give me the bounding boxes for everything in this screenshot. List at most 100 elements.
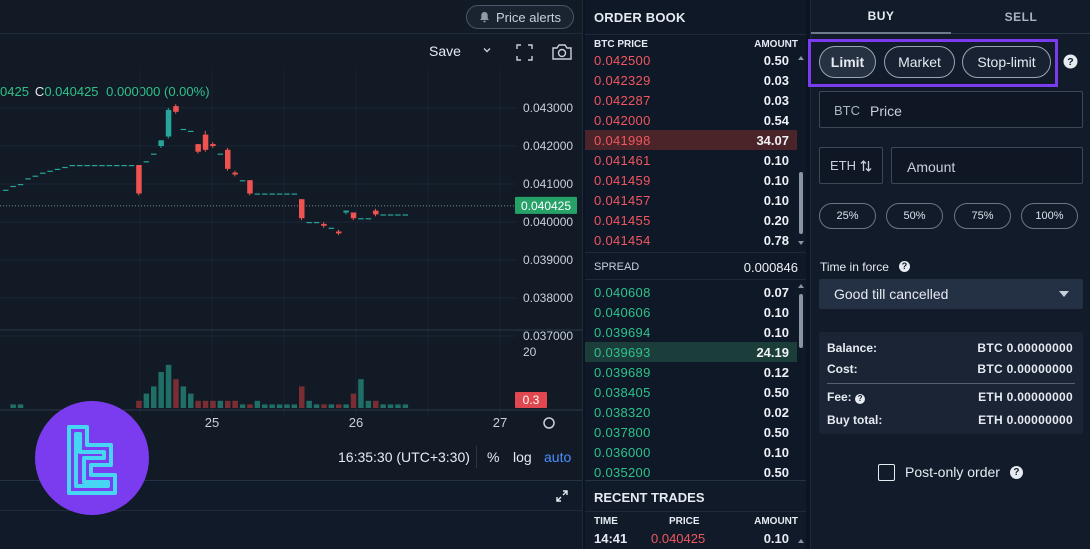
ask-row[interactable]: 0.041998 34.07	[585, 130, 797, 150]
chevron-down-icon[interactable]	[482, 45, 492, 55]
price-input[interactable]: BTC Price	[819, 91, 1083, 128]
y-tick-label: 0.040000	[523, 215, 573, 229]
limit-order-button[interactable]: Limit	[819, 46, 876, 78]
bid-row[interactable]: 0.035200 0.50	[585, 462, 797, 482]
percent-50-button[interactable]: 50%	[886, 203, 943, 229]
volume-bar	[217, 400, 224, 408]
bid-row[interactable]: 0.040606 0.10	[585, 302, 797, 322]
candle-body	[91, 165, 98, 167]
candlestick-chart[interactable]: 0.043000 0.042000 0.041000 0.040000 0.039000…	[0, 70, 583, 440]
amount-input[interactable]: Amount	[891, 147, 1083, 184]
ask-price: 0.041998	[594, 133, 651, 148]
percent-25-button[interactable]: 25%	[819, 203, 876, 229]
amount-unit-toggle[interactable]: ETH	[819, 147, 883, 184]
fullscreen-icon[interactable]	[516, 44, 533, 61]
candle-body	[358, 218, 364, 220]
ask-row[interactable]: 0.041455 0.20	[585, 210, 797, 230]
tab-sell[interactable]: SELL	[951, 0, 1090, 34]
bid-row[interactable]: 0.037800 0.50	[585, 422, 797, 442]
bid-row[interactable]: 0.038320 0.02	[585, 402, 797, 422]
ask-row[interactable]: 0.042329 0.03	[585, 70, 797, 90]
volume-bar	[395, 404, 401, 408]
ask-row[interactable]: 0.041457 0.10	[585, 190, 797, 210]
bid-price: 0.038320	[594, 405, 651, 420]
bids-scrollbar[interactable]	[796, 282, 806, 478]
help-glyph: ?	[1067, 56, 1073, 68]
help-icon[interactable]: ?	[1063, 54, 1078, 69]
bid-row[interactable]: 0.039694 0.10	[585, 322, 797, 342]
log-scale-button[interactable]: log	[513, 449, 532, 465]
market-order-button[interactable]: Market	[884, 46, 955, 78]
ask-row[interactable]: 0.041454 0.78	[585, 230, 797, 250]
candle-body	[202, 134, 209, 150]
scroll-thumb[interactable]	[799, 172, 803, 234]
candle-body	[321, 223, 327, 226]
bid-row[interactable]: 0.039689 0.12	[585, 362, 797, 382]
ask-row[interactable]: 0.042000 0.54	[585, 110, 797, 130]
volume-bar	[402, 404, 409, 408]
scroll-down-icon[interactable]	[798, 241, 804, 245]
ask-row[interactable]: 0.041459 0.10	[585, 170, 797, 190]
save-layout-button[interactable]: Save	[429, 43, 461, 59]
bid-row[interactable]: 0.038405 0.50	[585, 382, 797, 402]
ask-amount: 0.54	[763, 113, 789, 128]
order-form-panel: BUY SELL Limit Market Stop-limit ? BTC P…	[808, 0, 1090, 549]
scroll-up-icon[interactable]	[798, 539, 804, 543]
volume-bar	[232, 400, 238, 408]
price-alerts-button[interactable]: Price alerts	[466, 5, 574, 29]
percent-scale-button[interactable]: %	[487, 449, 499, 465]
help-icon[interactable]: ?	[899, 261, 910, 272]
ask-price: 0.041454	[594, 233, 651, 248]
volume-bar	[173, 379, 179, 408]
summary-divider	[827, 383, 1075, 384]
ask-amount: 0.78	[763, 233, 789, 248]
percent-75-button[interactable]: 75%	[954, 203, 1011, 229]
scroll-up-icon[interactable]	[798, 56, 804, 60]
volume-bar	[336, 404, 342, 408]
volume-bar	[10, 404, 16, 408]
ask-row[interactable]: 0.042500 0.50	[585, 50, 797, 70]
order-book-title: ORDER BOOK	[594, 10, 686, 25]
candle-body	[77, 165, 83, 167]
post-only-checkbox[interactable]	[878, 463, 895, 481]
help-icon[interactable]: ?	[1009, 465, 1023, 479]
candle-body	[188, 130, 194, 132]
bid-row[interactable]: 0.039693 24.19	[585, 342, 797, 362]
volume-bar	[188, 393, 194, 408]
camera-icon[interactable]	[551, 43, 573, 61]
percent-100-button[interactable]: 100%	[1021, 203, 1078, 229]
ask-amount: 34.07	[756, 133, 789, 148]
help-icon[interactable]: ?	[855, 394, 866, 404]
post-only-option[interactable]: Post-only order ?	[878, 462, 1023, 482]
bid-row[interactable]: 0.040608 0.07	[585, 282, 797, 302]
scroll-thumb[interactable]	[799, 294, 803, 348]
scroll-up-icon[interactable]	[798, 284, 804, 288]
volume-bar	[262, 404, 268, 408]
candle-body	[291, 193, 298, 195]
candle-body	[10, 185, 16, 188]
candle-body	[328, 227, 335, 229]
expand-icon[interactable]	[556, 490, 568, 502]
ask-row[interactable]: 0.041461 0.10	[585, 150, 797, 170]
volume-bar	[291, 404, 298, 408]
ask-row[interactable]: 0.042287 0.03	[585, 90, 797, 110]
tab-buy[interactable]: BUY	[811, 0, 951, 34]
cost-value: BTC 0.00000000	[977, 362, 1073, 376]
candle-body	[54, 168, 61, 170]
auto-scale-button[interactable]: auto	[544, 449, 571, 465]
bid-price: 0.040606	[594, 305, 651, 320]
candle-body	[299, 199, 305, 219]
trades-scrollbar[interactable]	[796, 531, 806, 549]
x-tick-label: 27	[493, 415, 507, 430]
candle-body	[350, 212, 357, 219]
time-in-force-select[interactable]: Good till cancelled	[819, 279, 1083, 309]
ask-amount: 0.50	[763, 53, 789, 68]
volume-badge-label: 0.3	[523, 393, 540, 407]
candle-body	[217, 153, 224, 155]
volume-bar	[313, 404, 320, 408]
settings-gear-icon[interactable]	[543, 417, 555, 429]
fee-label: Fee: ?	[827, 390, 866, 404]
stop-limit-order-button[interactable]: Stop-limit	[962, 46, 1051, 78]
asks-scrollbar[interactable]	[796, 54, 806, 248]
bid-row[interactable]: 0.036000 0.10	[585, 442, 797, 462]
